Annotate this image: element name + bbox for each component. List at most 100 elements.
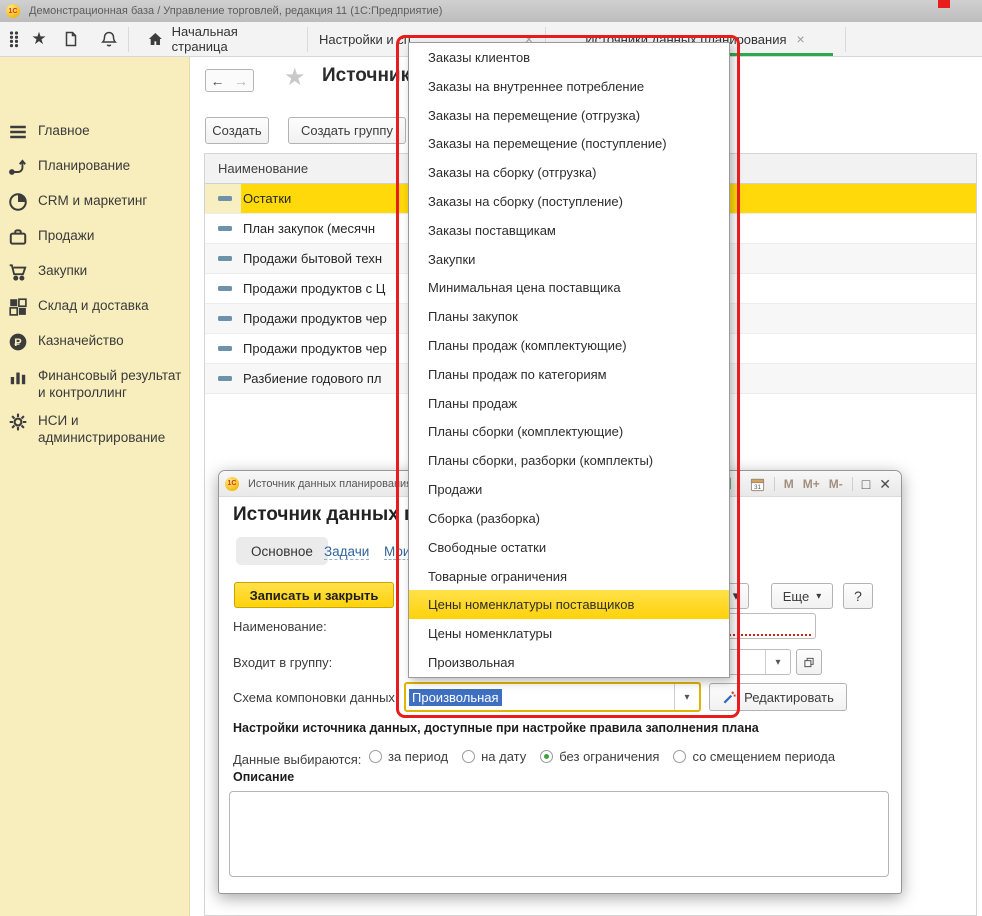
sidebar-item-sales-bag[interactable]: Продажи xyxy=(8,227,184,247)
dropdown-item[interactable]: Продажи xyxy=(409,475,729,504)
svg-text:31: 31 xyxy=(754,484,761,491)
sidebar-item-label: Главное xyxy=(38,122,184,142)
close-button[interactable]: ✕ xyxy=(879,477,891,491)
settings-heading: Настройки источника данных, доступные пр… xyxy=(233,721,759,735)
dropdown-item[interactable]: Планы продаж xyxy=(409,389,729,418)
more-button-label: Еще xyxy=(783,589,809,604)
radio-option[interactable]: за период xyxy=(369,749,448,764)
tab-label: Начальная страница xyxy=(172,24,295,54)
notifications-bell-icon[interactable] xyxy=(100,30,118,48)
dropdown-item[interactable]: Заказы на внутреннее потребление xyxy=(409,72,729,101)
row-name: План закупок (месячн xyxy=(243,221,375,236)
dialog-tab-tasks[interactable]: Задачи xyxy=(324,544,369,560)
purchases-cart-icon xyxy=(8,262,28,282)
row-name: Продажи бытовой техн xyxy=(243,251,382,266)
create-button[interactable]: Создать xyxy=(205,117,269,144)
controls-separator xyxy=(774,477,775,491)
dropdown-item[interactable]: Планы сборки (комплектующие) xyxy=(409,418,729,447)
dropdown-item[interactable]: Свободные остатки xyxy=(409,533,729,562)
sidebar-item-label: Казначейство xyxy=(38,332,184,352)
group-open-button[interactable] xyxy=(796,649,822,675)
sidebar-item-treasury-ruble[interactable]: P Казначейство xyxy=(8,332,184,352)
row-marker-icon xyxy=(218,256,232,261)
dropdown-item[interactable]: Произвольная xyxy=(409,648,729,677)
apps-menu-icon[interactable] xyxy=(6,30,24,48)
more-button[interactable]: Еще ▾ xyxy=(771,583,833,609)
row-name: Разбиение годового пл xyxy=(243,371,382,386)
sidebar-item-label: Финансовый результат и контроллинг xyxy=(38,367,184,401)
dropdown-item[interactable]: Заказы клиентов xyxy=(409,43,729,72)
name-label: Наименование: xyxy=(233,619,327,634)
dropdown-item[interactable]: Планы сборки, разборки (комплекты) xyxy=(409,446,729,475)
sidebar-item-crm-pie[interactable]: CRM и маркетинг xyxy=(8,192,184,212)
sections-sidebar: Главное Планирование CRM и маркетинг Про… xyxy=(0,57,190,916)
onec-logo-icon: 1С xyxy=(225,477,239,491)
group-dropdown-button[interactable]: ▾ xyxy=(765,650,790,674)
radio-dot-icon xyxy=(462,750,475,763)
svg-text:P: P xyxy=(14,337,22,349)
help-button[interactable]: ? xyxy=(843,583,873,609)
sidebar-item-finance-bars[interactable]: Финансовый результат и контроллинг xyxy=(8,367,184,401)
dialog-tab-my[interactable]: Мои xyxy=(384,544,410,560)
onec-logo-icon: 1С xyxy=(6,4,20,18)
dropdown-item[interactable]: Планы закупок xyxy=(409,302,729,331)
dropdown-item[interactable]: Заказы на сборку (отгрузка) xyxy=(409,158,729,187)
m-button[interactable]: M xyxy=(784,477,794,491)
tab-separator xyxy=(845,27,846,52)
maximize-button[interactable]: □ xyxy=(862,477,870,491)
sidebar-item-label: Склад и доставка xyxy=(38,297,184,317)
m-plus-button[interactable]: M+ xyxy=(803,477,820,491)
row-marker-icon xyxy=(218,346,232,351)
dropdown-item[interactable]: Цены номенклатуры поставщиков xyxy=(409,590,729,619)
dropdown-item[interactable]: Заказы на сборку (поступление) xyxy=(409,187,729,216)
dropdown-item[interactable]: Заказы на перемещение (поступление) xyxy=(409,129,729,158)
radio-option[interactable]: со смещением периода xyxy=(673,749,835,764)
dropdown-item[interactable]: Товарные ограничения xyxy=(409,562,729,591)
sidebar-item-planning[interactable]: Планирование xyxy=(8,157,184,177)
back-button[interactable]: ← xyxy=(205,69,230,92)
dropdown-item[interactable]: Заказы на перемещение (отгрузка) xyxy=(409,101,729,130)
dropdown-item[interactable]: Цены номенклатуры xyxy=(409,619,729,648)
tab-home[interactable]: Начальная страница xyxy=(135,22,307,56)
sidebar-item-label: НСИ и администрирование xyxy=(38,412,184,446)
schema-combo[interactable]: Произвольная ▾ xyxy=(404,682,701,712)
finance-bars-icon xyxy=(8,367,28,387)
row-name: Продажи продуктов с Ц xyxy=(243,281,385,296)
sidebar-item-warehouse-grid[interactable]: Склад и доставка xyxy=(8,297,184,317)
home-icon xyxy=(147,31,164,48)
description-textarea[interactable] xyxy=(229,791,889,877)
m-minus-button[interactable]: M- xyxy=(829,477,843,491)
dropdown-item[interactable]: Планы продаж по категориям xyxy=(409,360,729,389)
forward-button[interactable]: → xyxy=(229,69,254,92)
dropdown-item[interactable]: Закупки xyxy=(409,245,729,274)
create-group-button[interactable]: Создать группу xyxy=(288,117,406,144)
tab-close-icon[interactable]: × xyxy=(797,31,805,47)
edit-button[interactable]: Редактировать xyxy=(709,683,847,711)
radio-label: без ограничения xyxy=(559,749,659,764)
dialog-tab-main[interactable]: Основное xyxy=(236,537,328,565)
dialog-title: Источник данных планирования xyxy=(248,478,412,490)
radio-dot-icon xyxy=(369,750,382,763)
warehouse-grid-icon xyxy=(8,297,28,317)
save-close-button[interactable]: Записать и закрыть xyxy=(234,582,394,608)
dropdown-item[interactable]: Сборка (разборка) xyxy=(409,504,729,533)
favorite-star-icon[interactable]: ★ xyxy=(284,63,306,92)
dropdown-item[interactable]: Планы продаж (комплектующие) xyxy=(409,331,729,360)
sales-bag-icon xyxy=(8,227,28,247)
calendar-icon[interactable]: 31 xyxy=(750,477,765,492)
sidebar-item-sections-menu[interactable]: Главное xyxy=(8,122,184,142)
row-name: Продажи продуктов чер xyxy=(243,341,387,356)
favorites-star-icon[interactable]: ★ xyxy=(30,30,48,48)
edit-button-label: Редактировать xyxy=(744,690,834,705)
history-icon[interactable] xyxy=(62,30,80,48)
radio-option[interactable]: на дату xyxy=(462,749,526,764)
dropdown-item[interactable]: Заказы поставщикам xyxy=(409,216,729,245)
schema-value-field[interactable]: Произвольная xyxy=(406,684,674,710)
row-name: Остатки xyxy=(243,191,291,206)
schema-dropdown-button[interactable]: ▾ xyxy=(674,684,699,710)
sidebar-item-admin-gear[interactable]: НСИ и администрирование xyxy=(8,412,184,446)
chevron-down-icon: ▾ xyxy=(816,591,821,602)
sidebar-item-purchases-cart[interactable]: Закупки xyxy=(8,262,184,282)
radio-option[interactable]: без ограничения xyxy=(540,749,659,764)
dropdown-item[interactable]: Минимальная цена поставщика xyxy=(409,274,729,303)
